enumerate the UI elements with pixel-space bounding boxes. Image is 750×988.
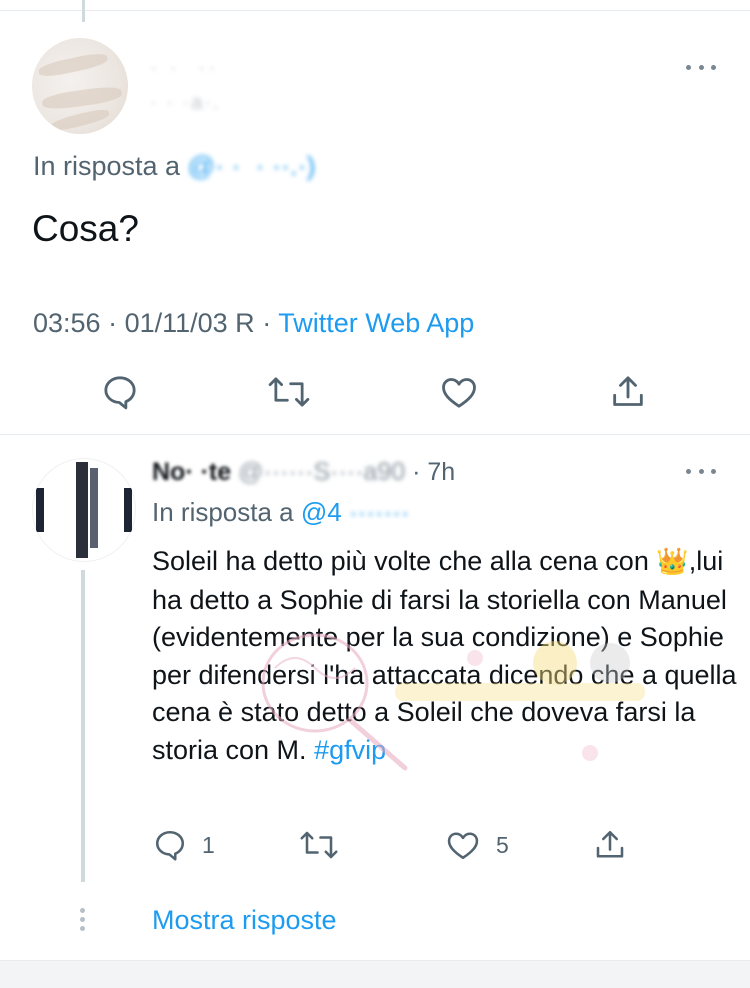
author-name[interactable]: No· ·te xyxy=(152,458,231,486)
reply-context: In risposta a @· · · ··.·) xyxy=(33,151,315,182)
heart-icon xyxy=(447,832,479,860)
reply-header: No· ·te @······S····a90 · 7h xyxy=(152,458,455,487)
tweet-text: Soleil ha detto più volte che alla cena … xyxy=(152,543,737,769)
tweet-text-part1: Soleil ha detto più volte che alla cena … xyxy=(152,546,649,576)
retweet-icon xyxy=(300,831,338,859)
reply-prefix: In risposta a xyxy=(152,497,301,527)
tweet-actions xyxy=(0,372,750,416)
tweet-text: Cosa? xyxy=(32,208,139,249)
reply-button[interactable]: 1 xyxy=(152,827,215,863)
avatar[interactable] xyxy=(32,458,136,562)
reply-count: 1 xyxy=(202,831,215,858)
share-icon xyxy=(596,830,624,858)
author-handle[interactable]: @······S····a90 xyxy=(238,458,405,486)
retweet-button[interactable] xyxy=(298,827,340,863)
reply-handle-link[interactable]: @· · · ··.·) xyxy=(188,151,316,181)
like-count: 5 xyxy=(496,831,509,858)
reply-handle-blurred[interactable]: ······· xyxy=(342,497,410,527)
meta-separator: · xyxy=(254,308,279,338)
share-icon xyxy=(613,376,643,406)
bottom-divider xyxy=(0,960,750,988)
thread-continuation-dots xyxy=(80,908,86,934)
like-button[interactable]: 5 xyxy=(444,827,509,863)
tweet-text-part2: ,lui ha detto a Sophie di farsi la stori… xyxy=(152,546,737,765)
reply-context: In risposta a @4 ······· xyxy=(152,497,410,528)
share-button[interactable] xyxy=(592,827,628,863)
comment-icon xyxy=(155,830,185,861)
share-button[interactable] xyxy=(608,372,648,412)
author-name[interactable]: · · ·· xyxy=(150,55,270,83)
author-handle[interactable]: · · ·a·. xyxy=(150,92,320,116)
reply-prefix: In risposta a xyxy=(33,151,188,181)
more-options-icon[interactable] xyxy=(686,466,716,476)
hashtag-link[interactable]: #gfvip xyxy=(314,735,386,765)
retweet-button[interactable] xyxy=(266,372,312,412)
meta-separator: · xyxy=(100,308,125,338)
comment-icon xyxy=(104,376,136,410)
reply-handle-link[interactable]: @4 xyxy=(301,497,342,527)
tweet-actions: 1 5 xyxy=(0,825,750,865)
time-separator: · xyxy=(405,458,428,486)
tweet-time[interactable]: 7h xyxy=(427,458,455,486)
reply-button[interactable] xyxy=(100,372,140,412)
avatar[interactable] xyxy=(32,38,128,134)
thread-line-top xyxy=(82,0,85,22)
tweet-date[interactable]: 01/11/03 R xyxy=(125,308,255,338)
show-replies-link[interactable]: Mostra risposte xyxy=(152,905,337,936)
top-divider xyxy=(0,10,750,11)
tweet-thread-page: · · ·· · · ·a·. In risposta a @· · · ··.… xyxy=(0,0,750,988)
crown-emoji-icon: 👑 xyxy=(656,547,689,577)
retweet-icon xyxy=(268,377,310,407)
heart-icon xyxy=(442,378,476,408)
tweet-divider xyxy=(0,434,750,435)
more-options-icon[interactable] xyxy=(686,62,716,72)
tweet-source-link[interactable]: Twitter Web App xyxy=(278,308,474,338)
tweet-time[interactable]: 03:56 xyxy=(33,308,101,338)
tweet-meta: 03:56 · 01/11/03 R · Twitter Web App xyxy=(33,308,474,339)
like-button[interactable] xyxy=(438,372,480,412)
